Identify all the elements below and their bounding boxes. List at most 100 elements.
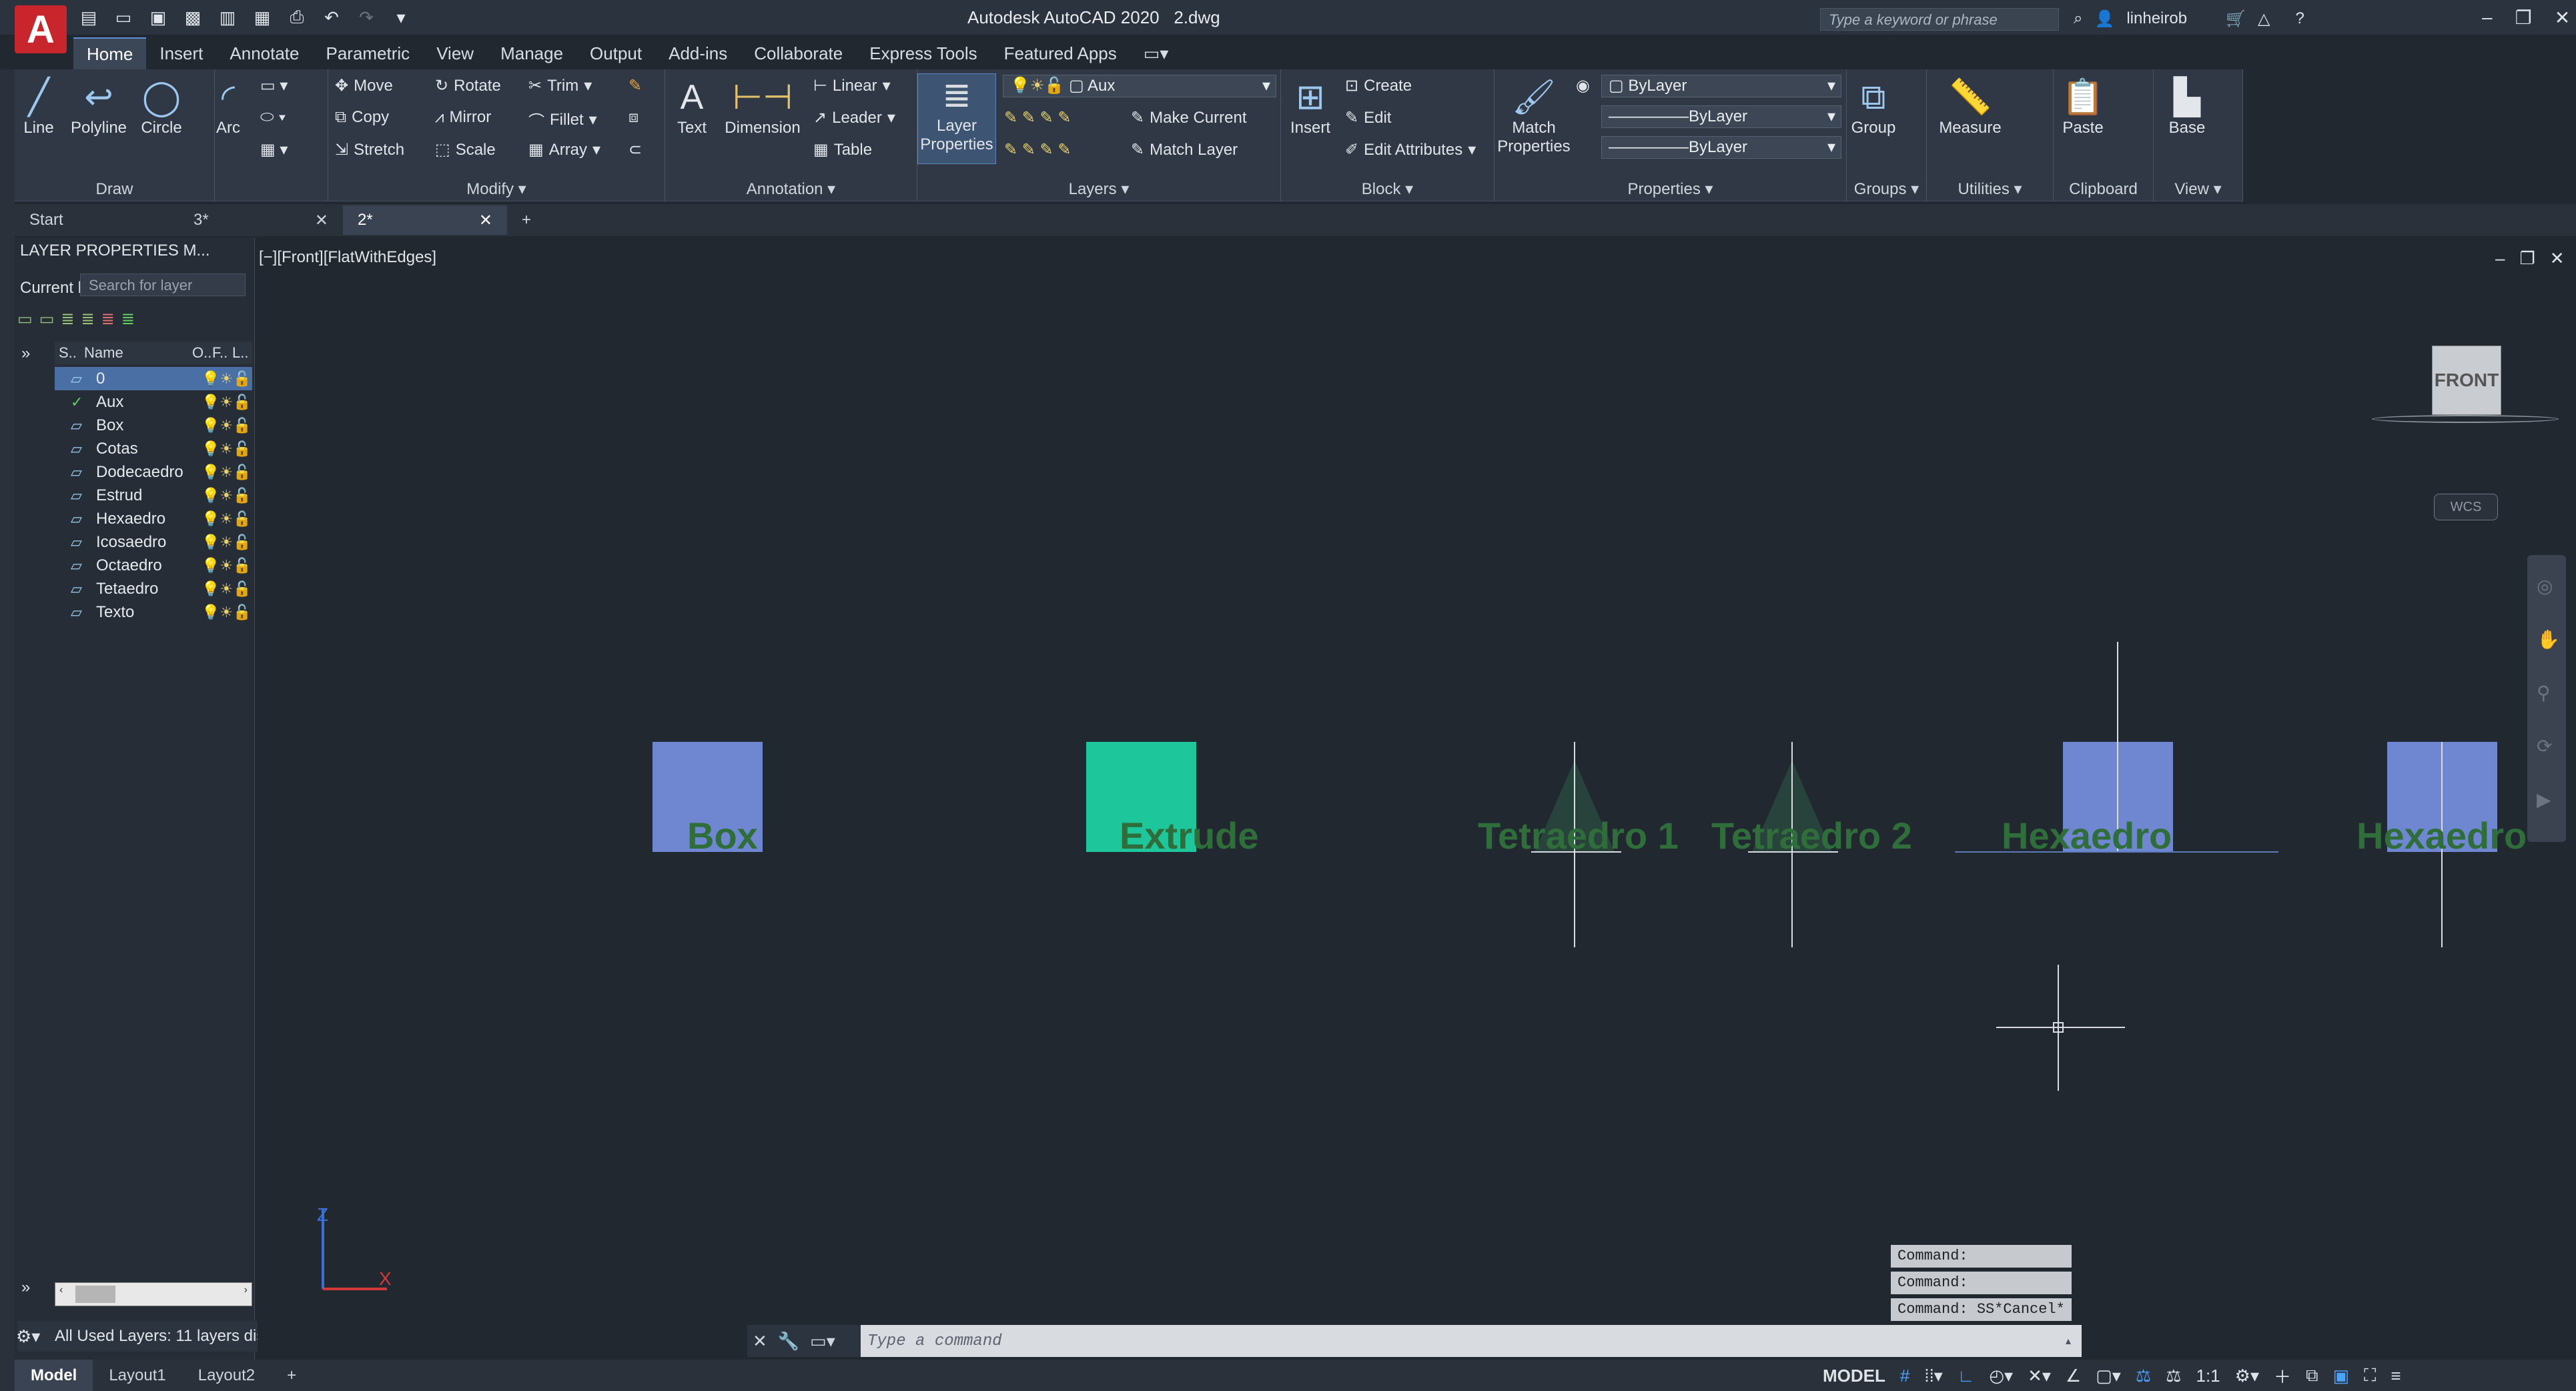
redo-icon[interactable]: ↷ bbox=[356, 7, 376, 27]
edit-block-button[interactable]: ✎ Edit bbox=[1345, 108, 1391, 127]
layer-state-icons[interactable]: 💡☀🔓 bbox=[201, 367, 252, 390]
help-search-input[interactable]: Type a keyword or phrase bbox=[1820, 8, 2059, 31]
tab-manage[interactable]: Manage bbox=[487, 38, 576, 69]
pan-icon[interactable]: ✋ bbox=[2537, 628, 2560, 650]
minimize-icon[interactable]: – bbox=[2482, 7, 2493, 29]
vp-minimize-icon[interactable]: – bbox=[2495, 248, 2505, 269]
layer-tools-row2[interactable]: ✎ ✎ ✎ ✎ bbox=[1004, 140, 1071, 159]
undo-icon[interactable]: ↶ bbox=[322, 7, 342, 27]
open-file-icon[interactable]: ▭ bbox=[113, 7, 133, 27]
recent-commands-icon[interactable]: ▭▾ bbox=[810, 1331, 835, 1352]
copy-button[interactable]: ⧉ Copy bbox=[335, 108, 389, 127]
layer-row-estrud[interactable]: ▱ Estrud 💡☀🔓 bbox=[55, 484, 252, 507]
command-customize-icon[interactable]: 🔧 bbox=[778, 1331, 799, 1352]
line-button[interactable]: ╱ Line bbox=[19, 76, 59, 137]
orbit-icon[interactable]: ⟳ bbox=[2537, 735, 2552, 757]
layer-dropdown[interactable]: 💡☀🔓 ▢ Aux ▾ bbox=[1003, 75, 1276, 97]
color-dropdown[interactable]: ▢ ByLayer ▾ bbox=[1601, 75, 1841, 97]
steering-wheel-icon[interactable]: ◎ bbox=[2537, 575, 2553, 597]
leader-button[interactable]: ↗ Leader ▾ bbox=[813, 108, 895, 127]
scroll-left-icon[interactable]: ‹ bbox=[59, 1284, 63, 1296]
viewport-controls-label[interactable]: [−][Front][FlatWithEdges] bbox=[259, 248, 436, 267]
isolate-icon[interactable]: ⧉ bbox=[2306, 1365, 2318, 1386]
utilities-panel-title[interactable]: Utilities ▾ bbox=[1927, 179, 2053, 199]
horizontal-scrollbar[interactable]: ‹ › bbox=[55, 1282, 252, 1306]
new-tab-button[interactable]: + bbox=[507, 205, 547, 235]
binoculars-icon[interactable]: ⌕ bbox=[2074, 9, 2082, 28]
customization-menu-icon[interactable]: ≡ bbox=[2391, 1366, 2401, 1386]
plus-icon[interactable]: ＋ bbox=[2274, 1364, 2291, 1388]
delete-layer-icon[interactable]: ≣ bbox=[101, 310, 115, 329]
new-layer-icon[interactable]: ≣ bbox=[61, 310, 74, 329]
collapse-icon[interactable]: » bbox=[21, 1278, 30, 1297]
layer-tools-row1[interactable]: ✎ ✎ ✎ ✎ bbox=[1004, 108, 1071, 127]
tab-model[interactable]: Model bbox=[15, 1360, 93, 1391]
close-tab-icon[interactable]: ✕ bbox=[479, 211, 492, 230]
insert-button[interactable]: ⊞ Insert bbox=[1284, 76, 1337, 137]
layer-state-icons[interactable]: 💡☀🔓 bbox=[201, 530, 252, 554]
layer-state-icons[interactable]: 💡☀🔓 bbox=[201, 437, 252, 460]
new-file-icon[interactable]: ▤ bbox=[79, 7, 99, 27]
layer-search-input[interactable]: Search for layer bbox=[80, 274, 246, 296]
layer-row-box[interactable]: ▱ Box 💡☀🔓 bbox=[55, 414, 252, 437]
layers-panel-title[interactable]: Layers ▾ bbox=[917, 179, 1280, 199]
circle-button[interactable]: ◯ Circle bbox=[141, 76, 181, 137]
create-block-button[interactable]: ⊡ Create bbox=[1345, 76, 1412, 95]
tab-annotate[interactable]: Annotate bbox=[216, 38, 312, 69]
close-tab-icon[interactable]: ✕ bbox=[315, 211, 328, 230]
set-current-icon[interactable]: ≣ bbox=[121, 310, 135, 329]
layer-state-icons[interactable]: 💡☀🔓 bbox=[201, 390, 252, 414]
layer-state-icons[interactable]: 💡☀🔓 bbox=[201, 554, 252, 577]
linear-button[interactable]: ⊢ Linear ▾ bbox=[813, 76, 891, 95]
color-wheel-icon[interactable]: ◉ bbox=[1576, 76, 1590, 95]
grid-icon[interactable]: # bbox=[1900, 1366, 1909, 1386]
offset-icon[interactable]: ⊂ bbox=[628, 140, 642, 159]
trim-button[interactable]: ✂ Trim ▾ bbox=[528, 76, 592, 95]
layer-row-octaedro[interactable]: ▱ Octaedro 💡☀🔓 bbox=[55, 554, 252, 577]
layer-row-0[interactable]: ▱ 0 💡☀🔓 bbox=[55, 367, 252, 390]
text-button[interactable]: A Text bbox=[672, 76, 712, 137]
scale-button[interactable]: ⬚ Scale bbox=[435, 140, 496, 159]
move-button[interactable]: ✥ Move bbox=[335, 76, 393, 95]
cart-icon[interactable]: 🛒 bbox=[2226, 9, 2246, 29]
tab-layout1[interactable]: Layout1 bbox=[93, 1360, 181, 1391]
layer-row-hexaedro[interactable]: ▱ Hexaedro 💡☀🔓 bbox=[55, 507, 252, 530]
properties-panel-title[interactable]: Properties ▾ bbox=[1494, 179, 1846, 199]
tab-addins[interactable]: Add-ins bbox=[655, 38, 741, 69]
linetype-dropdown[interactable]: —————ByLayer ▾ bbox=[1601, 105, 1841, 128]
erase-icon[interactable]: ✎ bbox=[628, 76, 642, 95]
file-tab-2[interactable]: 2* ✕ bbox=[343, 205, 507, 235]
rectangle-icon[interactable]: ▭ ▾ bbox=[260, 76, 288, 95]
user-icon[interactable]: 👤 bbox=[2094, 9, 2114, 29]
file-tab-3[interactable]: 3* ✕ bbox=[179, 205, 343, 235]
array-button[interactable]: ▦ Array ▾ bbox=[528, 140, 600, 159]
layer-state-icons[interactable]: 💡☀🔓 bbox=[201, 460, 252, 484]
polar-icon[interactable]: ◴▾ bbox=[1989, 1366, 2013, 1386]
hardware-accel-icon[interactable]: ▣ bbox=[2333, 1366, 2350, 1386]
layer-state-icons[interactable]: 💡☀🔓 bbox=[201, 600, 252, 624]
make-current-button[interactable]: ✎ Make Current bbox=[1131, 108, 1247, 127]
layer-row-cotas[interactable]: ▱ Cotas 💡☀🔓 bbox=[55, 437, 252, 460]
base-button[interactable]: ▙ Base bbox=[2160, 76, 2214, 137]
polyline-button[interactable]: ↩ Polyline bbox=[65, 76, 132, 137]
tab-overflow-icon[interactable]: ▭▾ bbox=[1130, 38, 1182, 69]
tab-insert[interactable]: Insert bbox=[146, 38, 216, 69]
save-icon[interactable]: ▣ bbox=[148, 7, 168, 27]
view-panel-title[interactable]: View ▾ bbox=[2154, 179, 2242, 199]
vp-close-icon[interactable]: ✕ bbox=[2550, 248, 2565, 269]
layer-state-icons[interactable]: 💡☀🔓 bbox=[201, 414, 252, 437]
dimension-button[interactable]: ⊢⊣ Dimension bbox=[723, 76, 803, 137]
table-button[interactable]: ▦ Table bbox=[813, 140, 872, 159]
explode-icon[interactable]: ⧈ bbox=[628, 108, 638, 127]
annotation-panel-title[interactable]: Annotation ▾ bbox=[665, 179, 917, 199]
paste-button[interactable]: 📋 Paste bbox=[2056, 76, 2110, 137]
object-snap-icon[interactable]: ▢▾ bbox=[2096, 1366, 2121, 1386]
layer-properties-button[interactable]: ≣ Layer Properties bbox=[917, 73, 996, 164]
showmotion-icon[interactable]: ▶ bbox=[2537, 789, 2551, 811]
zoom-icon[interactable]: ⚲ bbox=[2537, 682, 2551, 704]
layer-row-dodecaedro[interactable]: ▱ Dodecaedro 💡☀🔓 bbox=[55, 460, 252, 484]
hatch-icon[interactable]: ⬭ ▾ bbox=[260, 108, 286, 127]
snap-icon[interactable]: ⁞⁞▾ bbox=[1924, 1366, 1943, 1386]
layer-state-icons[interactable]: 💡☀🔓 bbox=[201, 577, 252, 600]
edit-attributes-button[interactable]: ✐ Edit Attributes ▾ bbox=[1345, 140, 1476, 159]
